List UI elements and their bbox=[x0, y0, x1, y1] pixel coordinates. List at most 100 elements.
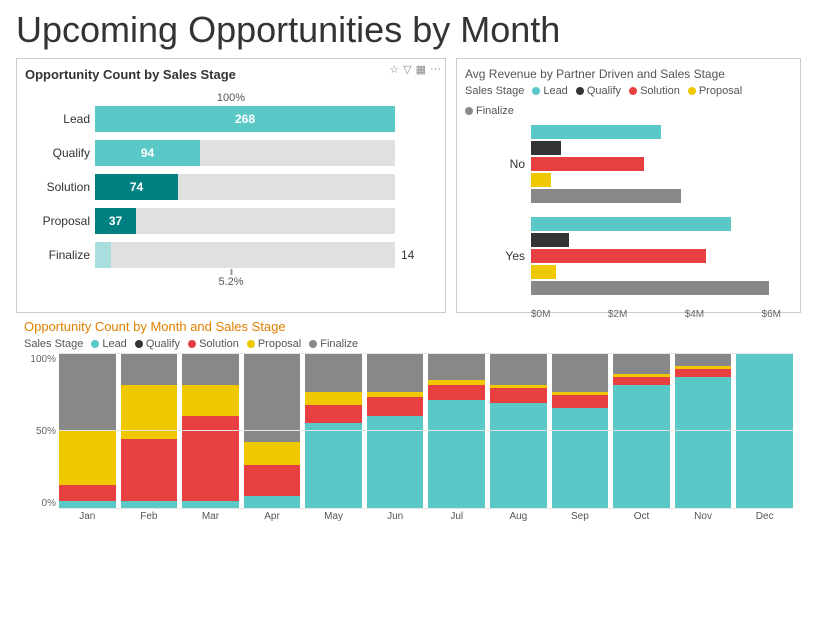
x-label: Sep bbox=[552, 511, 609, 522]
avg-bar bbox=[531, 125, 661, 139]
x-label: Apr bbox=[244, 511, 301, 522]
y-label: 100% bbox=[24, 354, 56, 365]
table-icon[interactable]: ▦ bbox=[416, 63, 426, 76]
gridline-50 bbox=[59, 430, 793, 431]
avg-bars-group bbox=[531, 217, 769, 295]
bottom-chart-title: Opportunity Count by Month and Sales Sta… bbox=[24, 319, 793, 334]
avg-bar bbox=[531, 249, 706, 263]
bottom-chart-legend: Sales Stage LeadQualifySolutionProposalF… bbox=[24, 338, 793, 350]
avg-row-label: No bbox=[495, 157, 525, 171]
stacked-seg bbox=[182, 416, 239, 501]
avg-x-axis: $0M$2M$4M$6M bbox=[531, 309, 781, 320]
x-label: Feb bbox=[121, 511, 178, 522]
y-label: 0% bbox=[24, 498, 56, 509]
avg-row-label: Yes bbox=[495, 249, 525, 263]
stacked-chart-area: 0% 50% 100% bbox=[24, 354, 793, 509]
legend-item: Proposal bbox=[688, 85, 742, 97]
hbar-fill: 94 bbox=[95, 140, 200, 166]
hbar-label: Solution bbox=[25, 180, 90, 194]
stacked-seg bbox=[490, 388, 547, 404]
stacked-bar-col bbox=[675, 354, 732, 509]
hbar-track: 74 bbox=[95, 174, 395, 200]
x-label: Jun bbox=[367, 511, 424, 522]
legend-item: Lead bbox=[91, 338, 126, 350]
x-label: Jan bbox=[59, 511, 116, 522]
hbar-fill: 37 bbox=[95, 208, 136, 234]
dots-icon[interactable]: ··· bbox=[430, 63, 441, 76]
stacked-seg bbox=[244, 442, 301, 465]
right-chart-box: Avg Revenue by Partner Driven and Sales … bbox=[456, 58, 801, 313]
hbar-row: Qualify 94 bbox=[95, 140, 437, 166]
stacked-bar-col bbox=[59, 354, 116, 509]
stacked-seg bbox=[305, 423, 362, 508]
stacked-seg bbox=[59, 354, 116, 432]
stacked-bar-col bbox=[613, 354, 670, 509]
stacked-seg bbox=[244, 354, 301, 442]
x-label: Aug bbox=[490, 511, 547, 522]
x-label: Dec bbox=[736, 511, 793, 522]
stacked-chart-container: 0%50%100% JanFebMarAprMayJunJulAugSepOct… bbox=[24, 354, 793, 522]
stacked-seg bbox=[675, 354, 732, 366]
avg-bar bbox=[531, 233, 569, 247]
hbar-fill bbox=[95, 242, 111, 268]
avg-bar bbox=[531, 281, 769, 295]
legend-item: Qualify bbox=[135, 338, 180, 350]
stacked-bar-col bbox=[121, 354, 178, 509]
stacked-seg bbox=[59, 431, 116, 485]
hbar-row: Finalize 14 bbox=[95, 242, 437, 268]
legend-dot bbox=[576, 87, 584, 95]
legend-item: Lead bbox=[532, 85, 567, 97]
stacked-seg bbox=[428, 400, 485, 509]
stacked-seg bbox=[490, 354, 547, 385]
gridline-0 bbox=[59, 508, 793, 509]
stacked-seg bbox=[121, 354, 178, 385]
stacked-seg bbox=[552, 395, 609, 407]
legend-dot bbox=[188, 340, 196, 348]
x-label: Mar bbox=[182, 511, 239, 522]
stacked-seg bbox=[613, 354, 670, 374]
legend-item: Finalize bbox=[309, 338, 358, 350]
stacked-seg bbox=[613, 377, 670, 385]
hbar-track: 37 bbox=[95, 208, 395, 234]
pin-icon[interactable]: ☆ bbox=[389, 63, 399, 76]
x-label: Oct bbox=[613, 511, 670, 522]
legend-dot bbox=[247, 340, 255, 348]
hbar-fill: 74 bbox=[95, 174, 178, 200]
hbar-label: Finalize bbox=[25, 248, 90, 262]
hbar-chart: 100% Lead 268 Qualify 94 Solution 74 Pro… bbox=[25, 86, 437, 296]
avg-bar bbox=[531, 217, 731, 231]
legend-dot bbox=[135, 340, 143, 348]
legend-item: Solution bbox=[629, 85, 680, 97]
hbar-track: 268 bbox=[95, 106, 395, 132]
stacked-seg bbox=[736, 354, 793, 509]
legend-item: Qualify bbox=[576, 85, 621, 97]
stacked-seg bbox=[675, 369, 732, 377]
avg-bar bbox=[531, 141, 561, 155]
chart-controls[interactable]: ☆ ▽ ▦ ··· bbox=[389, 63, 441, 76]
stacked-seg bbox=[490, 403, 547, 508]
gridline-100 bbox=[59, 353, 793, 354]
hbar-bottom-label: 5.2% bbox=[218, 269, 243, 288]
avg-rev-chart: No Yes $0M$2M$4M$6M bbox=[465, 121, 792, 321]
stacked-bars bbox=[59, 354, 793, 509]
stacked-bar-col bbox=[244, 354, 301, 509]
stacked-seg bbox=[367, 354, 424, 393]
legend-dot bbox=[532, 87, 540, 95]
stacked-bar-col bbox=[490, 354, 547, 509]
hbar-fill: 268 bbox=[95, 106, 395, 132]
avg-bar bbox=[531, 265, 556, 279]
funnel-icon[interactable]: ▽ bbox=[403, 63, 411, 76]
legend-dot bbox=[91, 340, 99, 348]
stacked-seg bbox=[428, 385, 485, 401]
stacked-seg bbox=[305, 405, 362, 424]
dashboard-page: Upcoming Opportunities by Month ☆ ▽ ▦ ··… bbox=[0, 0, 817, 633]
hbar-top-label: 100% bbox=[217, 92, 245, 104]
legend-item: Proposal bbox=[247, 338, 301, 350]
y-label: 50% bbox=[24, 426, 56, 437]
y-axis: 0% 50% 100% bbox=[24, 354, 56, 509]
avg-row: No bbox=[495, 125, 792, 203]
avg-bar bbox=[531, 157, 644, 171]
legend-dot bbox=[309, 340, 317, 348]
left-chart-box: ☆ ▽ ▦ ··· Opportunity Count by Sales Sta… bbox=[16, 58, 446, 313]
stacked-bar-col bbox=[736, 354, 793, 509]
